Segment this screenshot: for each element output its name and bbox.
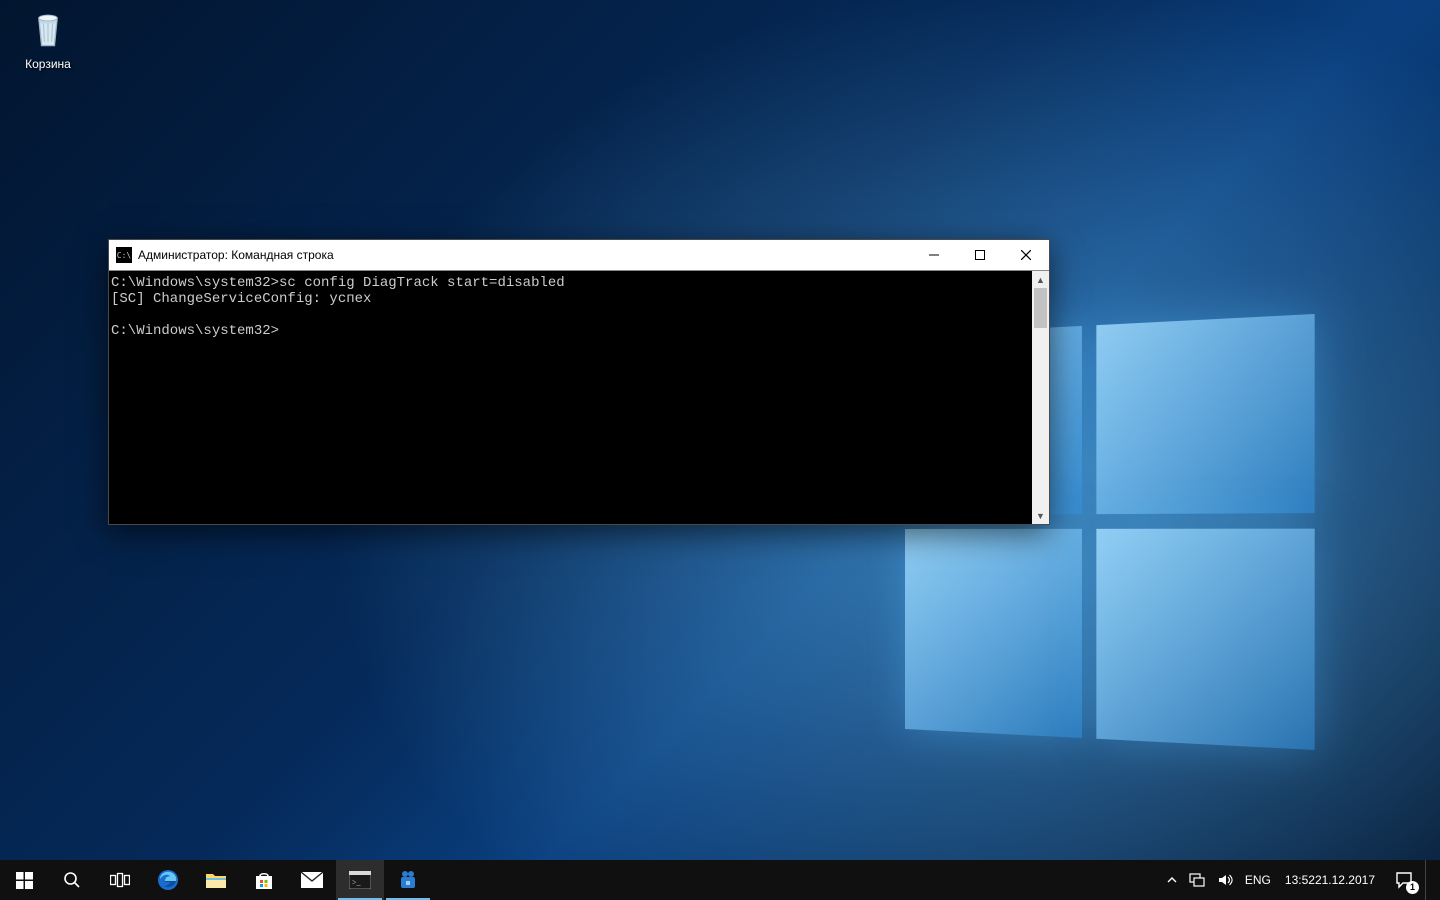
notification-badge: 1 [1406,881,1419,894]
terminal-output[interactable]: C:\Windows\system32>sc config DiagTrack … [109,271,1032,524]
search-icon [63,871,81,889]
window-title: Администратор: Командная строка [138,248,334,262]
minimize-button[interactable] [911,240,957,270]
scroll-track[interactable] [1032,288,1049,507]
svg-text:>_: >_ [352,878,362,887]
tray-action-center[interactable]: 1 [1383,860,1425,900]
scroll-thumb[interactable] [1034,288,1047,328]
language-indicator-text: ENG [1245,873,1271,887]
cmd-icon: >_ [349,871,371,889]
tray-overflow-chevron[interactable] [1161,860,1183,900]
tray-network-icon[interactable] [1183,860,1211,900]
taskbar-file-explorer[interactable] [192,860,240,900]
system-tray: ENG 13:52 21.12.2017 1 [1155,860,1440,900]
store-icon [253,869,275,891]
close-button[interactable] [1003,240,1049,270]
taskbar-edge[interactable] [144,860,192,900]
command-prompt-window: C:\ Администратор: Командная строка C:\W… [108,239,1050,525]
task-view-icon [110,872,130,888]
scroll-up-arrow[interactable]: ▲ [1032,271,1049,288]
tray-clock[interactable]: 13:52 21.12.2017 [1277,860,1383,900]
maximize-button[interactable] [957,240,1003,270]
folder-icon [205,870,227,890]
network-icon [1189,872,1205,888]
edge-icon [156,868,180,892]
cmd-app-icon: C:\ [116,247,132,263]
taskbar-settings-helper[interactable] [384,860,432,900]
helper-icon [397,869,419,891]
mail-icon [300,871,324,889]
taskbar-cmd[interactable]: >_ [336,860,384,900]
scroll-down-arrow[interactable]: ▼ [1032,507,1049,524]
tray-language[interactable]: ENG [1239,860,1277,900]
taskbar: >_ ENG [0,860,1440,900]
tray-volume-icon[interactable] [1211,860,1239,900]
search-button[interactable] [48,860,96,900]
taskbar-mail[interactable] [288,860,336,900]
scrollbar-vertical[interactable]: ▲ ▼ [1032,271,1049,524]
clock-time: 13:52 [1285,873,1315,887]
speaker-icon [1217,872,1233,888]
clock-date: 21.12.2017 [1315,873,1375,887]
recycle-bin-desktop-icon[interactable]: Корзина [10,5,86,71]
recycle-bin-icon [24,5,72,53]
taskbar-store[interactable] [240,860,288,900]
titlebar[interactable]: C:\ Администратор: Командная строка [109,240,1049,270]
task-view-button[interactable] [96,860,144,900]
chevron-up-icon [1167,875,1177,885]
recycle-bin-label: Корзина [10,57,86,71]
show-desktop-button[interactable] [1425,860,1438,900]
start-button[interactable] [0,860,48,900]
